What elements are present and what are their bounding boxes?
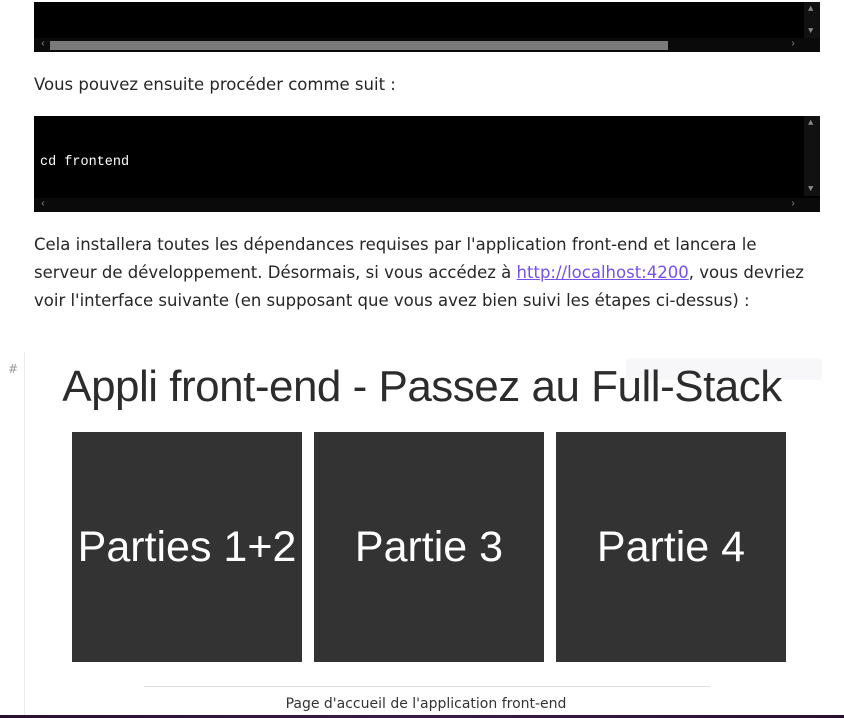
card-label: Parties 1+2	[77, 522, 297, 571]
caption-divider	[144, 686, 710, 687]
card-label: Partie 3	[354, 522, 504, 571]
card-partie-4: Partie 4	[556, 432, 786, 662]
horizontal-scroll-thumb[interactable]	[50, 41, 668, 50]
chevron-up-icon[interactable]: ▲	[808, 4, 813, 14]
chevron-down-icon[interactable]: ▼	[808, 184, 813, 194]
chevron-down-icon[interactable]: ▼	[808, 26, 813, 36]
code-line: cd frontend	[40, 155, 130, 170]
figure-caption: Page d'accueil de l'application front-en…	[285, 696, 567, 712]
chevron-right-icon[interactable]: ›	[790, 39, 796, 51]
vertical-scrollbar[interactable]: ▲ ▼	[804, 2, 820, 38]
instruction-text: Vous pouvez ensuite procéder comme suit …	[34, 75, 396, 94]
horizontal-scrollbar[interactable]: ‹ ›	[34, 198, 820, 212]
card-label: Partie 4	[596, 522, 746, 571]
vertical-scrollbar[interactable]: ▲ ▼	[804, 116, 820, 196]
card-partie-3: Partie 3	[314, 432, 544, 662]
card-parties-1-2: Parties 1+2	[72, 432, 302, 662]
localhost-link[interactable]: http://localhost:4200	[517, 263, 689, 282]
horizontal-scrollbar[interactable]: ‹ ›	[34, 38, 820, 52]
code-block-commands: cd frontend npm install ng serve ▲ ▼ ‹ ›	[34, 116, 820, 276]
chevron-up-icon[interactable]: ▲	[808, 118, 813, 128]
chevron-right-icon[interactable]: ›	[790, 199, 796, 211]
code-block-git-clone: git clone https://github.com/OpenClassro…	[34, 2, 820, 55]
chevron-left-icon[interactable]: ‹	[40, 39, 46, 51]
chevron-left-icon[interactable]: ‹	[40, 199, 46, 211]
description-paragraph: Cela installera toutes les dépendances r…	[34, 231, 824, 315]
figure-app-title: Appli front-end - Passez au Full-Stack	[62, 362, 782, 411]
